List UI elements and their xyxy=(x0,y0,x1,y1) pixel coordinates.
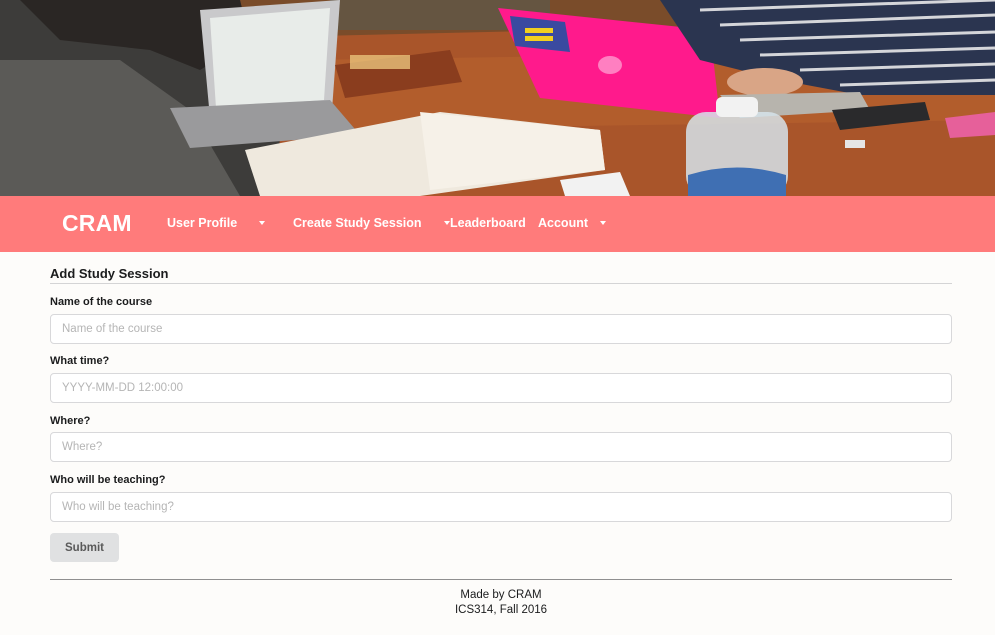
footer-credit: Made by CRAM xyxy=(460,589,542,601)
brand-logo[interactable]: CRAM xyxy=(62,210,132,237)
footer: Made by CRAM ICS314, Fall 2016 xyxy=(50,588,952,618)
nav-item-user-profile[interactable]: User Profile xyxy=(167,216,266,230)
nav-item-label: Leaderboard xyxy=(450,216,526,230)
nav-item-leaderboard[interactable]: Leaderboard xyxy=(450,216,526,230)
course-name-input[interactable] xyxy=(50,314,952,344)
submit-button[interactable]: Submit xyxy=(50,533,119,562)
footer-divider xyxy=(50,579,952,580)
form-title: Add Study Session xyxy=(50,266,169,281)
chevron-down-icon xyxy=(600,221,606,225)
nav-item-create-study-session[interactable]: Create Study Session xyxy=(293,216,450,230)
time-input[interactable] xyxy=(50,373,952,403)
title-divider xyxy=(50,283,952,284)
nav-item-label: Account xyxy=(538,216,588,230)
teacher-input[interactable] xyxy=(50,492,952,522)
location-input[interactable] xyxy=(50,432,952,462)
nav-item-label: Create Study Session xyxy=(293,216,422,230)
location-label: Where? xyxy=(50,415,91,427)
teacher-label: Who will be teaching? xyxy=(50,474,166,486)
top-navbar: CRAM User Profile Create Study Session L… xyxy=(0,196,995,252)
footer-course: ICS314, Fall 2016 xyxy=(454,604,548,616)
course-name-label: Name of the course xyxy=(50,296,153,308)
chevron-down-icon xyxy=(443,221,450,225)
hero-image xyxy=(0,0,995,196)
time-label: What time? xyxy=(50,355,110,367)
nav-item-label: User Profile xyxy=(167,216,238,230)
nav-item-account[interactable]: Account xyxy=(538,216,606,230)
page: CRAM User Profile Create Study Session L… xyxy=(0,0,995,635)
chevron-down-icon xyxy=(259,221,266,225)
